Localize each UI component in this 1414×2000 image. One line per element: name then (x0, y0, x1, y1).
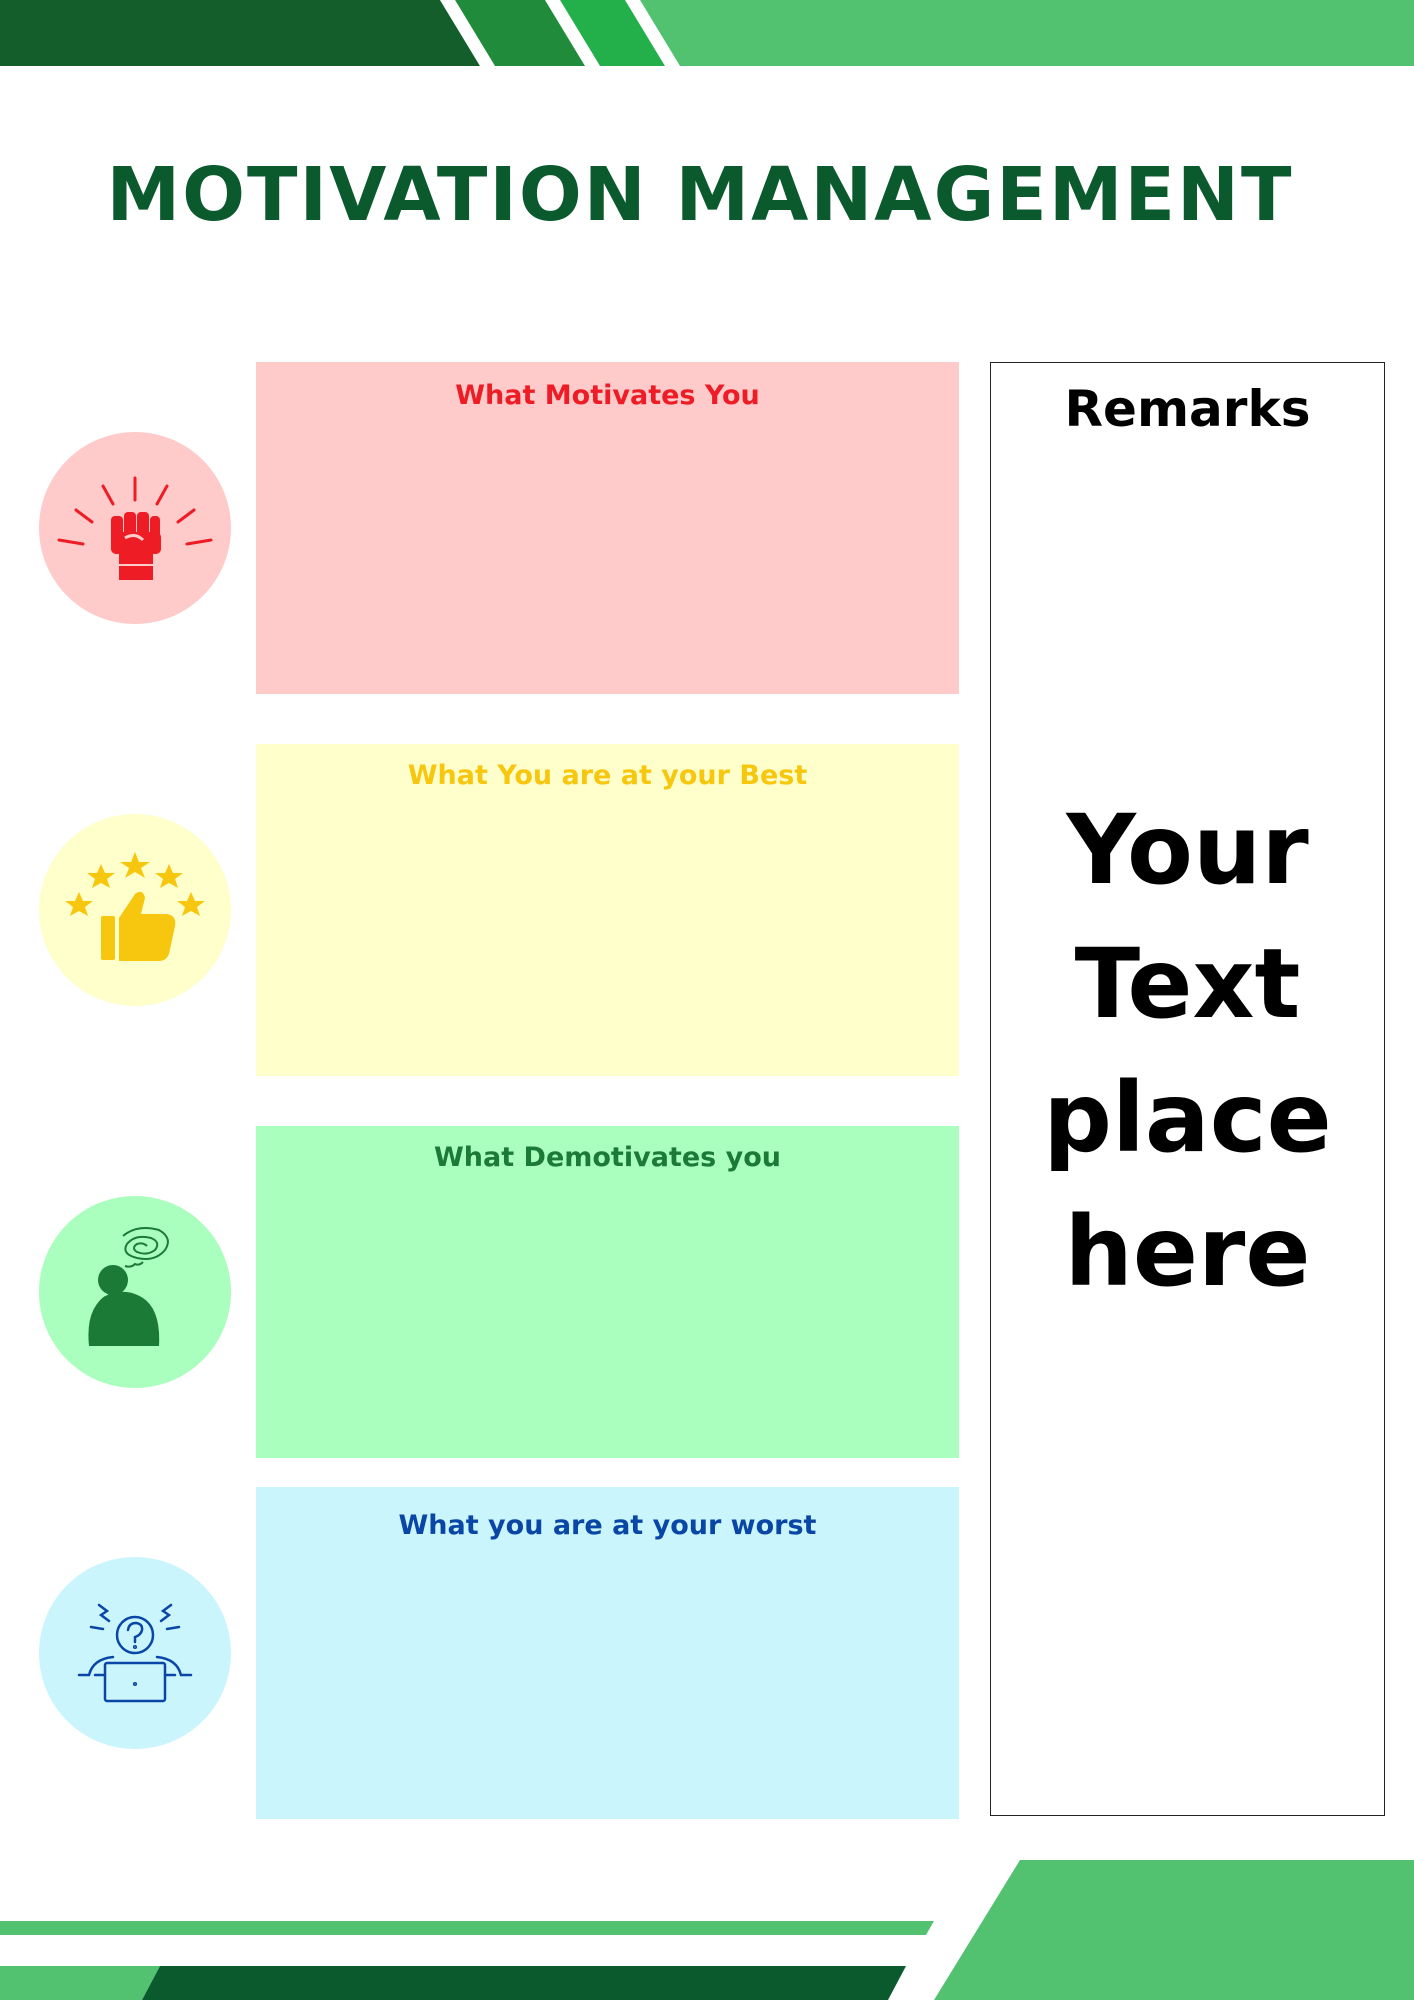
motivates-icon-circle (39, 432, 231, 624)
panel-heading: What You are at your Best (407, 760, 808, 791)
best-icon-circle (39, 814, 231, 1006)
panel-heading: What Motivates You (455, 380, 760, 411)
remarks-box[interactable]: Remarks Your Text place here (990, 362, 1385, 1816)
demotivates-icon-circle (39, 1196, 231, 1388)
page-title: MOTIVATION MANAGEMENT (106, 152, 1294, 238)
what-you-are-at-your-best-panel[interactable]: What You are at your Best (256, 744, 959, 1076)
bottom-decorative-banner (0, 1860, 1414, 2000)
remarks-line: Text (1074, 928, 1301, 1040)
remarks-line: here (1064, 1196, 1311, 1308)
remarks-title: Remarks (1064, 380, 1311, 438)
remarks-placeholder-text: Your Text place here (991, 783, 1384, 1319)
confused-person-laptop-icon (77, 1603, 193, 1703)
panel-heading: What you are at your worst (398, 1510, 817, 1541)
worst-icon-circle (39, 1557, 231, 1749)
top-decorative-banner (0, 0, 1414, 66)
what-demotivates-you-panel[interactable]: What Demotivates you (256, 1126, 959, 1458)
raised-fist-icon (57, 476, 213, 580)
panel-heading: What Demotivates you (434, 1142, 781, 1173)
what-you-are-at-your-worst-panel[interactable]: What you are at your worst (256, 1487, 959, 1819)
thumbs-up-stars-icon (65, 852, 205, 961)
frustrated-person-icon (88, 1227, 169, 1346)
remarks-line: place (1043, 1062, 1332, 1174)
what-motivates-you-panel[interactable]: What Motivates You (256, 362, 959, 694)
remarks-line: Your (1066, 794, 1309, 906)
